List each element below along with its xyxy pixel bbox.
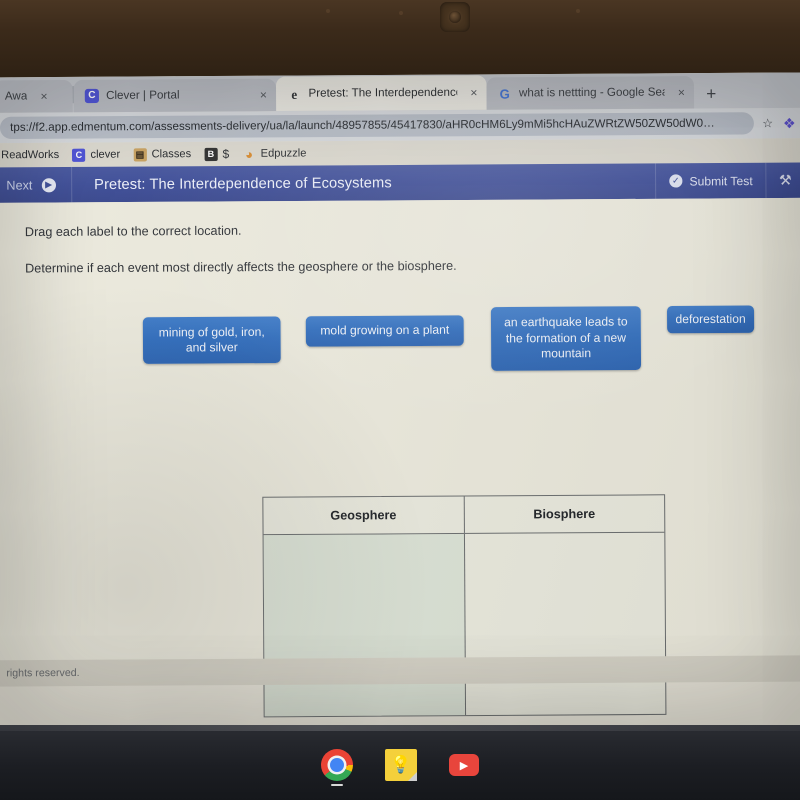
active-app-indicator	[331, 784, 343, 786]
tab-title: Pretest: The Interdependence of	[308, 86, 458, 100]
close-icon[interactable]: ×	[678, 85, 685, 99]
page-title: Pretest: The Interdependence of Ecosyste…	[94, 174, 392, 193]
assessment-header-bar: Next ▶ Pretest: The Interdependence of E…	[0, 162, 800, 203]
close-icon[interactable]: ×	[470, 86, 477, 100]
chrome-icon[interactable]	[321, 749, 353, 786]
instruction-line-2: Determine if each event most directly af…	[25, 258, 457, 276]
bookmark-label: Edpuzzle	[260, 147, 307, 160]
clever-icon: C	[72, 148, 86, 162]
bookmark-icon: B	[204, 147, 218, 161]
close-icon[interactable]: ×	[40, 89, 47, 103]
bookmark-label: Classes	[151, 148, 192, 161]
browser-toolbar: tps://f2.app.edmentum.com/assessments-de…	[0, 107, 800, 144]
page-footer: rights reserved.	[0, 655, 800, 687]
tab-title: Awa	[4, 90, 28, 103]
browser-tab-strip: Awa × C Clever | Portal × e Pretest: The…	[0, 72, 800, 113]
youtube-icon[interactable]: ▶	[449, 754, 479, 776]
submit-test-label: Submit Test	[689, 173, 753, 188]
screen-content: Awa × C Clever | Portal × e Pretest: The…	[0, 72, 800, 734]
drop-zone-geosphere[interactable]	[263, 533, 465, 717]
submit-test-button[interactable]: ✓ Submit Test	[654, 162, 766, 199]
drop-zone-body-row	[263, 532, 666, 717]
check-circle-icon: ✓	[669, 174, 683, 188]
bookmark-classes[interactable]: ▤ Classes	[133, 147, 192, 162]
tab-title: what is nettting - Google Search	[518, 86, 665, 100]
instruction-line-1: Drag each label to the correct location.	[24, 223, 242, 240]
webcam-icon	[440, 2, 470, 32]
tools-wrench-icon[interactable]: ⚒	[765, 162, 800, 199]
bookmark-clever[interactable]: C clever	[72, 148, 121, 162]
draggable-label[interactable]: an earthquake leads to the formation of …	[490, 306, 642, 371]
browser-tab-active[interactable]: e Pretest: The Interdependence of ×	[275, 75, 487, 112]
browser-tab[interactable]: Awa ×	[0, 79, 73, 113]
bookmark-label: ReadWorks	[1, 148, 60, 162]
arrow-right-icon: ▶	[41, 177, 56, 192]
bookmark-readworks[interactable]: ReadWorks	[1, 149, 59, 161]
edmentum-icon: e	[291, 86, 298, 102]
draggable-label[interactable]: mold growing on a plant	[305, 315, 464, 347]
drop-zone-biosphere[interactable]	[463, 532, 666, 716]
laptop-top-bezel	[0, 0, 800, 78]
browser-tab[interactable]: C Clever | Portal ×	[73, 78, 277, 113]
play-triangle-glyph: ▶	[459, 759, 469, 772]
new-tab-button[interactable]: +	[694, 84, 728, 108]
bookmark-label: $	[222, 146, 230, 161]
tab-title: Clever | Portal	[106, 89, 180, 102]
chromeos-shelf: 💡 ▶	[0, 742, 800, 788]
column-header-biosphere: Biosphere	[463, 495, 665, 533]
draggable-label[interactable]: mining of gold, iron, and silver	[142, 316, 281, 364]
column-header-geosphere: Geosphere	[330, 508, 397, 523]
drop-zone-header-row: Geosphere Biosphere	[263, 495, 665, 536]
header-next-button[interactable]: Next ▶	[0, 166, 72, 203]
close-icon[interactable]: ×	[260, 88, 267, 102]
bezel-sensor-dot	[576, 9, 580, 13]
bookmark-star-icon[interactable]: ☆	[762, 116, 773, 130]
keep-bulb-glyph: 💡	[390, 755, 412, 774]
clever-icon: C	[84, 88, 100, 104]
google-icon: G	[499, 85, 510, 102]
edpuzzle-icon: ◕	[244, 146, 254, 162]
bezel-sensor-dot	[326, 9, 330, 13]
address-bar-input[interactable]: tps://f2.app.edmentum.com/assessments-de…	[0, 112, 755, 140]
footer-text: rights reserved.	[6, 666, 80, 680]
bezel-sensor-dot	[399, 11, 403, 15]
draggable-label[interactable]: deforestation	[666, 305, 755, 334]
classroom-icon: ▤	[133, 147, 147, 162]
bezel-highlight	[0, 725, 800, 731]
extension-icon[interactable]: ❖	[781, 115, 797, 131]
header-next-label: Next	[6, 177, 33, 193]
laptop-screen-photo: Awa × C Clever | Portal × e Pretest: The…	[0, 0, 800, 800]
bookmark-edpuzzle[interactable]: ◕ Edpuzzle	[242, 146, 307, 162]
browser-tab[interactable]: G what is nettting - Google Search ×	[486, 76, 695, 110]
bookmark-dollar[interactable]: B $	[204, 147, 229, 161]
draggable-label-tray: mining of gold, iron, and silver mold gr…	[0, 299, 800, 377]
bookmark-label: clever	[90, 148, 121, 161]
google-keep-icon[interactable]: 💡	[385, 749, 417, 781]
question-body: Drag each label to the correct location.…	[0, 197, 800, 718]
